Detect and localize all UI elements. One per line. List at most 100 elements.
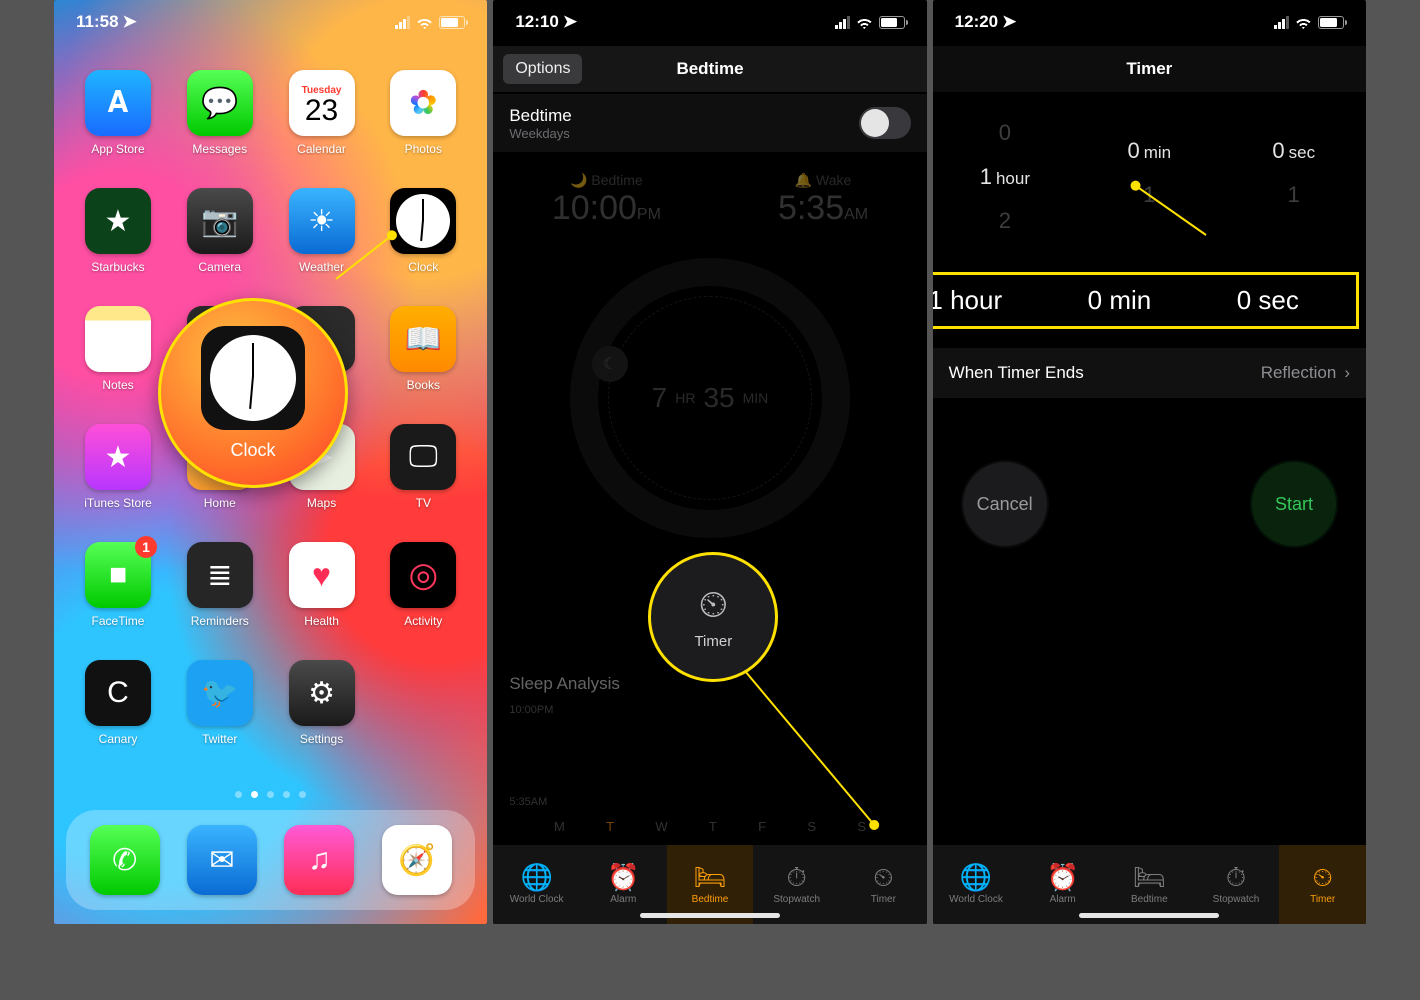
reminders-icon[interactable]: ≣ [187, 542, 253, 608]
phone-bedtime-screen: 12:10➤ Options Bedtime Bedtime Weekdays … [493, 0, 926, 924]
photos-icon[interactable]: ✿ [390, 70, 456, 136]
app-canary[interactable]: CCanary [76, 660, 160, 746]
location-icon: ➤ [123, 12, 137, 32]
start-button[interactable]: Start [1250, 460, 1338, 548]
tab-label: Bedtime [1131, 894, 1168, 905]
home-indicator[interactable] [1079, 913, 1219, 918]
timer-icon[interactable]: ⏲ [699, 584, 729, 627]
page-title: Timer [1126, 59, 1172, 79]
home-indicator[interactable] [640, 913, 780, 918]
twitter-icon[interactable]: 🐦 [187, 660, 253, 726]
camera-icon[interactable]: 📷 [187, 188, 253, 254]
app-label: Clock [408, 260, 438, 274]
tab-label: Alarm [610, 894, 636, 905]
calendar-icon[interactable]: Tuesday23 [289, 70, 355, 136]
app-tv[interactable]: 🖵TV [381, 424, 465, 510]
itunes-icon[interactable]: ★ [85, 424, 151, 490]
dock-mail-icon[interactable]: ✉ [187, 825, 257, 895]
bedtime-label: Bedtime [509, 106, 571, 126]
books-icon[interactable]: 📖 [390, 306, 456, 372]
app-label: App Store [91, 142, 144, 156]
app-reminders[interactable]: ≣Reminders [178, 542, 262, 628]
wake-time: 5:35 [778, 189, 844, 227]
health-icon[interactable]: ♥ [289, 542, 355, 608]
app-weather[interactable]: ☀Weather [280, 188, 364, 274]
status-bar: 11:58➤ [54, 0, 487, 44]
weekday: T [606, 819, 614, 834]
tab-timer[interactable]: ⏲Timer [1279, 845, 1366, 924]
settings-icon[interactable]: ⚙ [289, 660, 355, 726]
tv-icon[interactable]: 🖵 [390, 424, 456, 490]
appstore-icon[interactable]: 𝐀 [85, 70, 151, 136]
battery-icon [1318, 16, 1344, 29]
facetime-icon[interactable]: ■1 [85, 542, 151, 608]
page-dots[interactable] [54, 791, 487, 798]
nav-bar: Timer [933, 46, 1366, 92]
badge: 1 [135, 536, 157, 558]
app-messages[interactable]: 💬 Messages [178, 70, 262, 156]
bedtime-switch[interactable] [859, 107, 911, 139]
dock-safari-icon[interactable]: 🧭 [382, 825, 452, 895]
callout-label: Timer [694, 633, 732, 650]
tab-worldclock[interactable]: 🌐World Clock [933, 845, 1020, 924]
app-label: Settings [300, 732, 343, 746]
app-label: Activity [404, 614, 442, 628]
picker-mins[interactable]: 0min 1 [1078, 120, 1221, 234]
tab-label: Timer [871, 894, 896, 905]
tab-bar: 🌐World Clock⏰Alarm🛏Bedtime⏱Stopwatch⏲Tim… [493, 844, 926, 924]
app-calendar[interactable]: Tuesday23 Calendar [280, 70, 364, 156]
wake-ampm: AM [844, 206, 868, 223]
duration-picker[interactable]: 0 1hour 2 0min 1 0sec 1 [933, 120, 1366, 234]
app-books[interactable]: 📖 Books [381, 306, 465, 392]
tab-label: Stopwatch [1213, 894, 1260, 905]
dock-phone-icon[interactable]: ✆ [90, 825, 160, 895]
duration-mins: 35 [703, 382, 734, 414]
weather-icon[interactable]: ☀ [289, 188, 355, 254]
messages-icon[interactable]: 💬 [187, 70, 253, 136]
notes-icon[interactable] [85, 306, 151, 372]
picker-hours[interactable]: 0 1hour 2 [933, 120, 1076, 234]
app-label: Notes [102, 378, 133, 392]
canary-icon[interactable]: C [85, 660, 151, 726]
app-activity[interactable]: ◎ Activity [381, 542, 465, 628]
app-label: Books [407, 378, 440, 392]
bedtime-header: 🌙 Bedtime [552, 172, 661, 189]
activity-icon[interactable]: ◎ [390, 542, 456, 608]
app-label: Calendar [297, 142, 346, 156]
dock-music-icon[interactable]: ♫ [284, 825, 354, 895]
app-photos[interactable]: ✿Photos [381, 70, 465, 156]
app-notes[interactable]: Notes [76, 306, 160, 392]
tab-label: Stopwatch [773, 894, 820, 905]
app-health[interactable]: ♥ Health [280, 542, 364, 628]
app-label: Messages [192, 142, 247, 156]
tab-timer[interactable]: ⏲ Timer [840, 845, 927, 924]
options-button[interactable]: Options [503, 54, 582, 84]
bedtime-toggle-row[interactable]: Bedtime Weekdays [493, 94, 926, 152]
timer-icon: ⏲ [873, 864, 893, 890]
weekday: F [758, 819, 766, 834]
app-starbucks[interactable]: ★Starbucks [76, 188, 160, 274]
picker-secs[interactable]: 0sec 1 [1222, 120, 1365, 234]
sleep-ring[interactable]: ☾ 7HR 35MIN [570, 258, 850, 538]
app-label: Camera [198, 260, 241, 274]
bedtime-sublabel: Weekdays [509, 126, 571, 141]
phone-home-screen: 11:58➤ 𝐀 App Store 💬 Messages Tuesday23 Calen… [54, 0, 487, 924]
app-settings[interactable]: ⚙ Settings [280, 660, 364, 746]
app-appstore[interactable]: 𝐀 App Store [76, 70, 160, 156]
app-label: Home [204, 496, 236, 510]
moon-handle-icon[interactable]: ☾ [592, 346, 628, 382]
clock-app-icon[interactable] [201, 326, 305, 430]
weekday: M [554, 819, 565, 834]
app-camera[interactable]: 📷 Camera [178, 188, 262, 274]
starbucks-icon[interactable]: ★ [85, 188, 151, 254]
cancel-button[interactable]: Cancel [961, 460, 1049, 548]
tab-worldclock[interactable]: 🌐World Clock [493, 845, 580, 924]
app-twitter[interactable]: 🐦Twitter [178, 660, 262, 746]
app-label: Health [304, 614, 339, 628]
app-itunes[interactable]: ★iTunes Store [76, 424, 160, 510]
when-timer-ends-row[interactable]: When Timer Ends Reflection› [933, 348, 1366, 398]
bedtime-ampm: PM [637, 206, 661, 223]
app-facetime[interactable]: ■1FaceTime [76, 542, 160, 628]
clock-icon[interactable] [390, 188, 456, 254]
status-time: 12:20 [955, 12, 998, 32]
